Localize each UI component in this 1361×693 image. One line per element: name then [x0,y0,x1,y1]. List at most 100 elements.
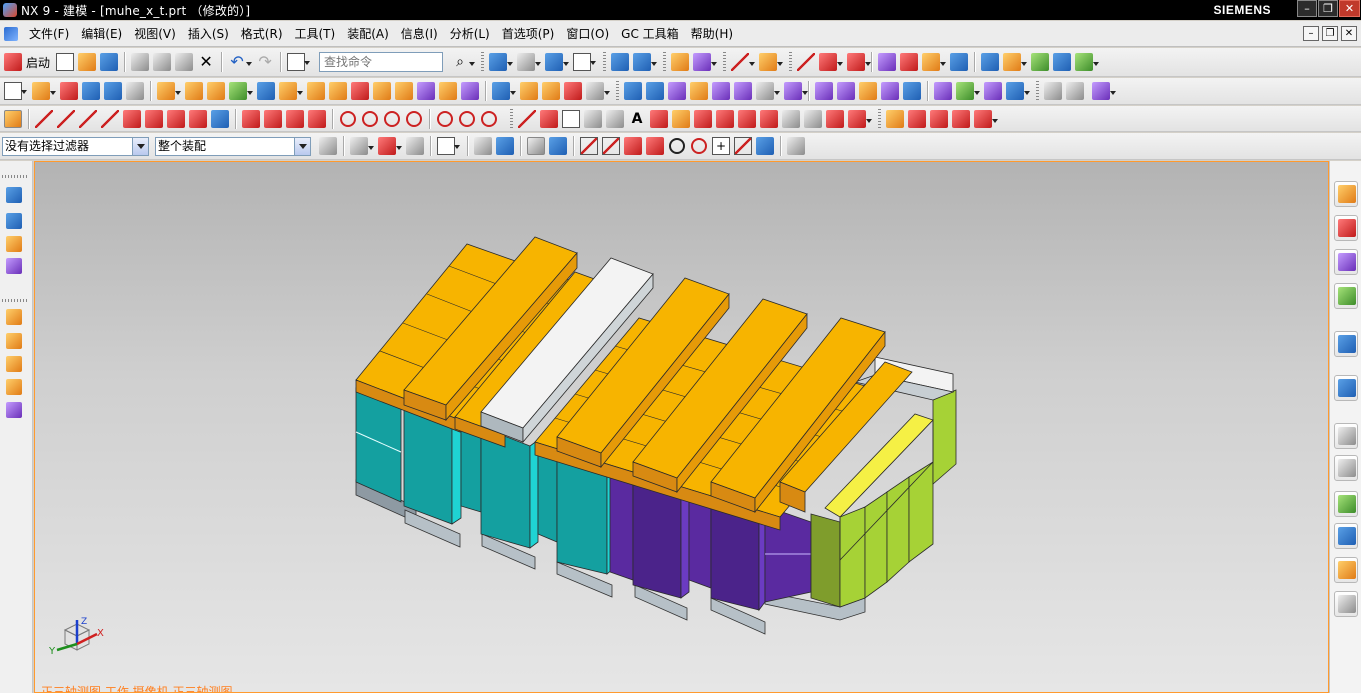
surface-mesh-icon[interactable] [646,82,664,100]
toolbar-grip[interactable] [616,81,619,101]
menu-file[interactable]: 文件(F) [23,24,75,44]
draft-analysis-icon[interactable] [1075,53,1100,71]
assembly-model[interactable] [35,162,1329,693]
section-curve-icon[interactable] [716,109,734,128]
menu-window[interactable]: 窗口(O) [560,24,615,44]
project-curve-icon[interactable] [650,109,668,128]
component-icon[interactable] [496,137,514,155]
assembly-constraint-icon[interactable] [1044,82,1062,100]
search-icon[interactable]: ⌕ [451,53,476,71]
rectangle-select-icon[interactable] [437,137,460,155]
text-curve-icon[interactable] [211,109,229,128]
line-icon[interactable] [35,109,53,128]
background-icon[interactable] [573,53,597,71]
shell-icon[interactable] [329,82,347,100]
show-hide-icon[interactable] [474,137,492,155]
measure-angle-icon[interactable] [759,53,784,71]
fill-surface-icon[interactable] [784,82,808,100]
undo-icon[interactable]: ↶ [228,53,253,71]
sheet-icon[interactable] [981,53,1000,71]
end-point-icon[interactable] [580,137,598,155]
snap-enable-icon[interactable] [549,137,567,155]
render-style-icon[interactable] [517,53,542,71]
bridge-curve-icon[interactable] [540,109,558,128]
line-tool-icon[interactable] [797,53,816,71]
move-object-icon[interactable] [6,213,22,229]
control-point-icon[interactable] [624,137,642,155]
pattern-icon[interactable] [185,82,203,100]
type-filter-dropdown[interactable]: 没有选择过滤器 [2,136,149,156]
system-materials-tab[interactable] [1334,557,1358,583]
snap-view-icon[interactable] [693,53,718,71]
quadrant-point-icon[interactable] [691,138,707,154]
intersection-point-icon[interactable] [646,137,664,155]
new-component-icon[interactable] [6,333,22,349]
remove-component-icon[interactable] [6,402,22,418]
chamfer-curve-icon[interactable] [264,109,282,128]
open-file-icon[interactable] [78,53,97,71]
unite-icon[interactable] [157,82,181,100]
feature-selection-icon[interactable] [378,137,402,155]
delete-face-icon[interactable] [564,82,582,100]
sketch-toggle-icon[interactable] [4,109,22,128]
application-icon[interactable] [4,26,18,41]
divide-curve-icon[interactable] [848,109,872,128]
close-button[interactable]: ✕ [1339,0,1360,17]
circle-center-icon[interactable] [362,110,378,127]
trim-body-icon[interactable] [1003,53,1028,71]
new-file-icon[interactable] [56,53,75,71]
delete-icon[interactable]: ✕ [197,53,215,71]
point-on-curve-icon[interactable] [734,137,752,155]
law-extension-icon[interactable] [903,82,921,100]
hd3d-tools-tab[interactable] [1334,331,1358,357]
menu-view[interactable]: 视图(V) [128,24,182,44]
boss-icon[interactable] [104,82,122,100]
fillet-curve-icon[interactable] [242,109,260,128]
move-component-icon[interactable] [6,236,22,252]
menu-assembly[interactable]: 装配(A) [341,24,395,44]
text-icon[interactable]: A [628,110,646,128]
intersect-curve-icon[interactable] [672,109,690,128]
enlarge-icon[interactable] [859,82,877,100]
swept-icon[interactable] [668,82,686,100]
point-on-face-icon[interactable] [756,137,774,155]
edge-blend-icon[interactable] [279,82,303,100]
draft-icon[interactable] [351,82,369,100]
chevron-down-icon[interactable] [294,137,310,155]
hole-icon[interactable] [82,82,100,100]
command-search-input[interactable] [319,52,444,72]
sheet-metal-icon[interactable] [1006,82,1030,100]
graphics-window[interactable]: Y X Z 正三轴测图 工作 摄像机 正三轴测图 [34,161,1329,693]
copy-icon[interactable] [153,53,172,71]
isoparametric-icon[interactable] [694,109,712,128]
menu-analysis[interactable]: 分析(L) [444,24,496,44]
face-blend-icon[interactable] [956,82,980,100]
thicken-icon[interactable] [922,53,947,71]
grid-icon[interactable] [787,137,805,155]
trim-icon[interactable] [373,82,391,100]
rectangle-icon[interactable] [562,109,580,128]
toolbar-grip[interactable] [878,108,881,129]
patch-icon[interactable] [837,82,855,100]
revolve-icon[interactable] [60,82,78,100]
mid-point-icon[interactable] [602,137,620,155]
inflection-icon[interactable] [930,109,948,128]
transform-icon[interactable] [6,258,22,274]
assembly-filter-icon[interactable] [319,137,337,155]
reuse-library-tab[interactable] [1334,283,1358,309]
constraint-navigator-tab[interactable] [1334,215,1358,241]
toolbar-grip[interactable] [723,52,727,72]
reference-set-icon[interactable] [1092,82,1116,100]
menu-preferences[interactable]: 首选项(P) [496,24,561,44]
spline-tool-icon[interactable] [819,53,844,71]
toolbar-grip[interactable] [510,108,513,129]
studio-surface-icon[interactable] [690,82,708,100]
toolbar-grip[interactable] [603,52,607,72]
curvature-comb-icon[interactable] [908,109,926,128]
measure-distance-icon[interactable] [731,53,756,71]
menu-information[interactable]: 信息(I) [395,24,444,44]
history-tab[interactable] [1334,423,1358,449]
offset-icon[interactable] [417,82,435,100]
sketch-icon[interactable] [4,82,27,100]
resize-icon[interactable] [542,82,560,100]
